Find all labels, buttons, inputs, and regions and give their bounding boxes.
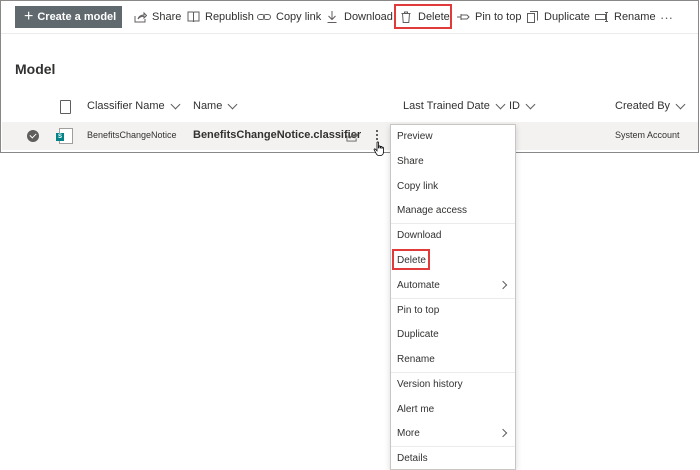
column-header-created-by[interactable]: Created By (615, 99, 686, 112)
share-label: Share (152, 11, 182, 23)
chevron-down-icon (227, 99, 238, 109)
copy-link-label: Copy link (276, 11, 322, 23)
more-options-button[interactable]: ··· (660, 8, 673, 26)
pin-icon (456, 10, 470, 24)
menu-item-rename[interactable]: Rename (391, 348, 515, 370)
column-header-label: Created By (615, 100, 671, 112)
row-selected-check-icon[interactable] (27, 130, 39, 142)
column-header-classifier-name[interactable]: Classifier Name (87, 99, 181, 112)
menu-item-download[interactable]: Download (391, 224, 515, 246)
rename-button[interactable]: Rename (595, 8, 656, 26)
menu-item-label: Copy link (397, 180, 439, 192)
context-menu: Preview Share Copy link Manage access Do… (390, 124, 516, 470)
column-header-label: Name (193, 100, 223, 112)
menu-item-alert-me[interactable]: Alert me (391, 398, 515, 420)
share-button[interactable]: Share (133, 8, 181, 26)
menu-item-label: Pin to top (397, 304, 440, 316)
duplicate-label: Duplicate (544, 11, 590, 23)
menu-item-label: More (397, 427, 420, 439)
pin-to-top-label: Pin to top (475, 11, 522, 23)
command-bar-divider (1, 33, 698, 34)
delete-highlight (394, 4, 452, 29)
column-header-label: Last Trained Date (403, 100, 490, 112)
chevron-right-icon (498, 280, 508, 290)
command-bar: + Create a model Share Republish Copy li… (1, 1, 698, 33)
menu-item-copy-link[interactable]: Copy link (391, 175, 515, 197)
menu-item-duplicate[interactable]: Duplicate (391, 323, 515, 345)
download-button[interactable]: Download (325, 8, 393, 26)
republish-button[interactable]: Republish (186, 8, 254, 26)
menu-item-label: Details (397, 452, 428, 464)
cell-created-by: System Account (615, 130, 680, 140)
copy-icon (525, 10, 539, 24)
column-header-label: Classifier Name (87, 100, 165, 112)
download-label: Download (344, 11, 393, 23)
copy-link-button[interactable]: Copy link (257, 8, 321, 26)
menu-item-pin-to-top[interactable]: Pin to top (391, 299, 515, 321)
rename-label: Rename (614, 11, 656, 23)
menu-item-label: Automate (397, 279, 440, 291)
menu-item-more[interactable]: More (391, 422, 515, 444)
menu-item-label: Alert me (397, 403, 435, 415)
menu-item-label: Version history (397, 378, 463, 390)
chevron-down-icon (495, 99, 506, 109)
pin-to-top-button[interactable]: Pin to top (456, 8, 521, 26)
chevron-down-icon (675, 99, 686, 109)
menu-item-automate[interactable]: Automate (391, 274, 515, 296)
library-frame: + Create a model Share Republish Copy li… (0, 0, 699, 153)
create-model-button[interactable]: + Create a model (15, 6, 122, 28)
menu-item-version-history[interactable]: Version history (391, 373, 515, 395)
column-header-id[interactable]: ID (509, 99, 536, 112)
hand-cursor-icon (373, 141, 384, 156)
menu-item-label: Download (397, 229, 442, 241)
rename-icon (595, 10, 609, 24)
menu-item-share[interactable]: Share (391, 150, 515, 172)
republish-label: Republish (205, 11, 254, 23)
column-header-name[interactable]: Name (193, 99, 238, 112)
share-icon[interactable] (346, 129, 359, 142)
column-header-last-trained-date[interactable]: Last Trained Date (403, 99, 506, 112)
chevron-down-icon (525, 99, 536, 109)
cell-name-link[interactable]: BenefitsChangeNotice.classifier (193, 129, 361, 141)
chevron-down-icon (170, 99, 181, 109)
file-type-header-icon[interactable] (60, 100, 71, 114)
menu-item-label: Manage access (397, 204, 468, 216)
menu-delete-highlight (392, 249, 430, 270)
chevron-right-icon (498, 428, 508, 438)
menu-item-preview[interactable]: Preview (391, 125, 515, 147)
create-model-label: Create a model (37, 11, 117, 23)
menu-item-details[interactable]: Details (391, 447, 515, 469)
duplicate-button[interactable]: Duplicate (525, 8, 590, 26)
menu-item-label: Duplicate (397, 328, 439, 340)
more-label: ··· (660, 9, 673, 25)
column-header-label: ID (509, 100, 520, 112)
book-icon (186, 10, 200, 24)
page-title: Model (15, 61, 56, 77)
download-icon (325, 10, 339, 24)
menu-item-label: Rename (397, 353, 435, 365)
share-icon (133, 10, 147, 24)
classifier-file-icon: S (56, 128, 73, 144)
menu-item-manage-access[interactable]: Manage access (391, 199, 515, 221)
cell-classifier-name: BenefitsChangeNotice (87, 130, 177, 140)
link-icon (257, 10, 271, 24)
menu-item-label: Share (397, 155, 424, 167)
plus-icon: + (24, 8, 34, 25)
menu-item-label: Preview (397, 130, 433, 142)
